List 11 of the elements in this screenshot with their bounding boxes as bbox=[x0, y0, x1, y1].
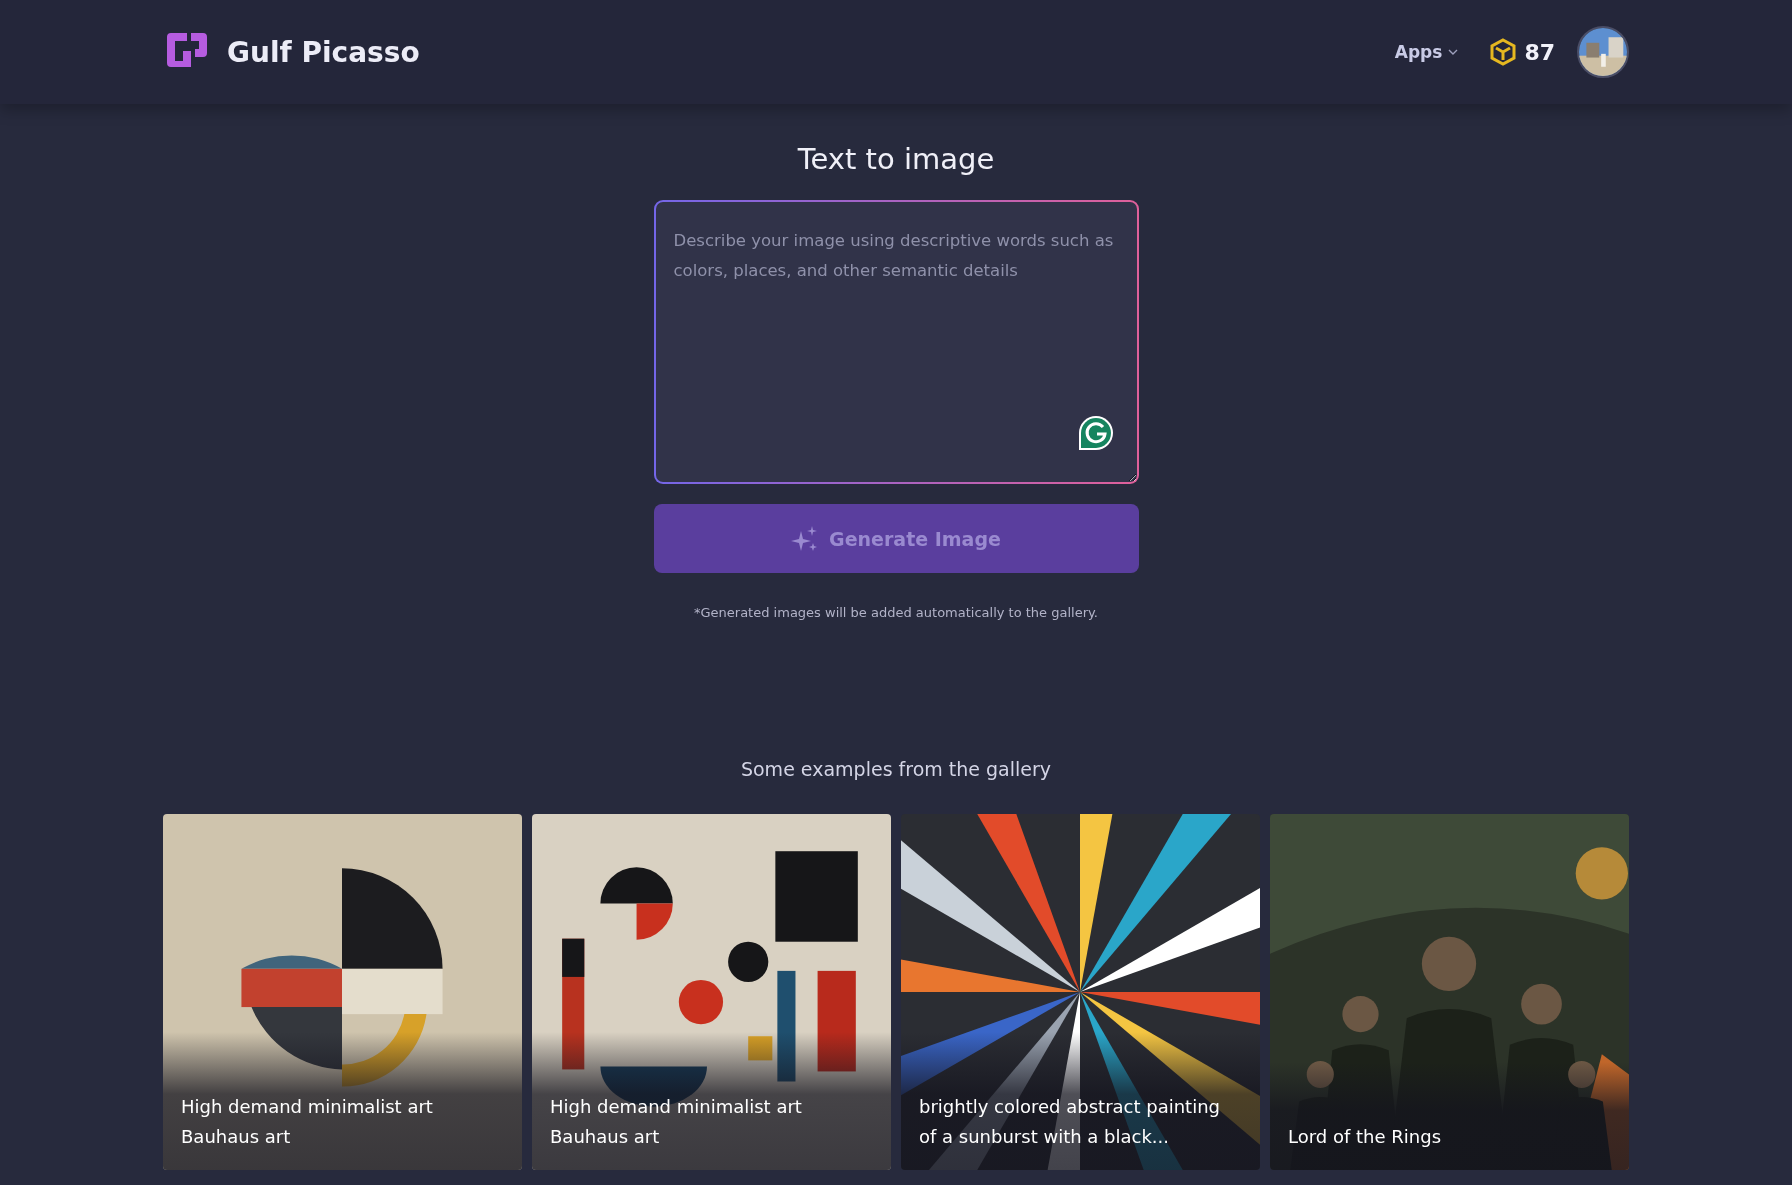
image-caption: High demand minimalist art Bauhaus art bbox=[181, 1095, 434, 1149]
image-caption: High demand minimalist art Bauhaus art bbox=[550, 1095, 803, 1149]
credit-count: 87 bbox=[1524, 39, 1555, 65]
gallery-note: *Generated images will be added automatically to the gallery. bbox=[694, 605, 1098, 620]
page-title: Text to image bbox=[797, 142, 995, 176]
image-caption: brightly colored abstract painting of a sunburst with a black... bbox=[919, 1095, 1221, 1149]
prompt-field[interactable]: Describe your image using descriptive words such as colors, places, and other semantic details bbox=[653, 200, 1139, 484]
image-caption: Lord of the Rings bbox=[1288, 1125, 1442, 1149]
apps-menu[interactable]: Apps bbox=[1394, 42, 1459, 62]
gallery-heading: Some examples from the gallery bbox=[740, 758, 1052, 780]
brand-name: Gulf Picasso bbox=[227, 35, 420, 69]
